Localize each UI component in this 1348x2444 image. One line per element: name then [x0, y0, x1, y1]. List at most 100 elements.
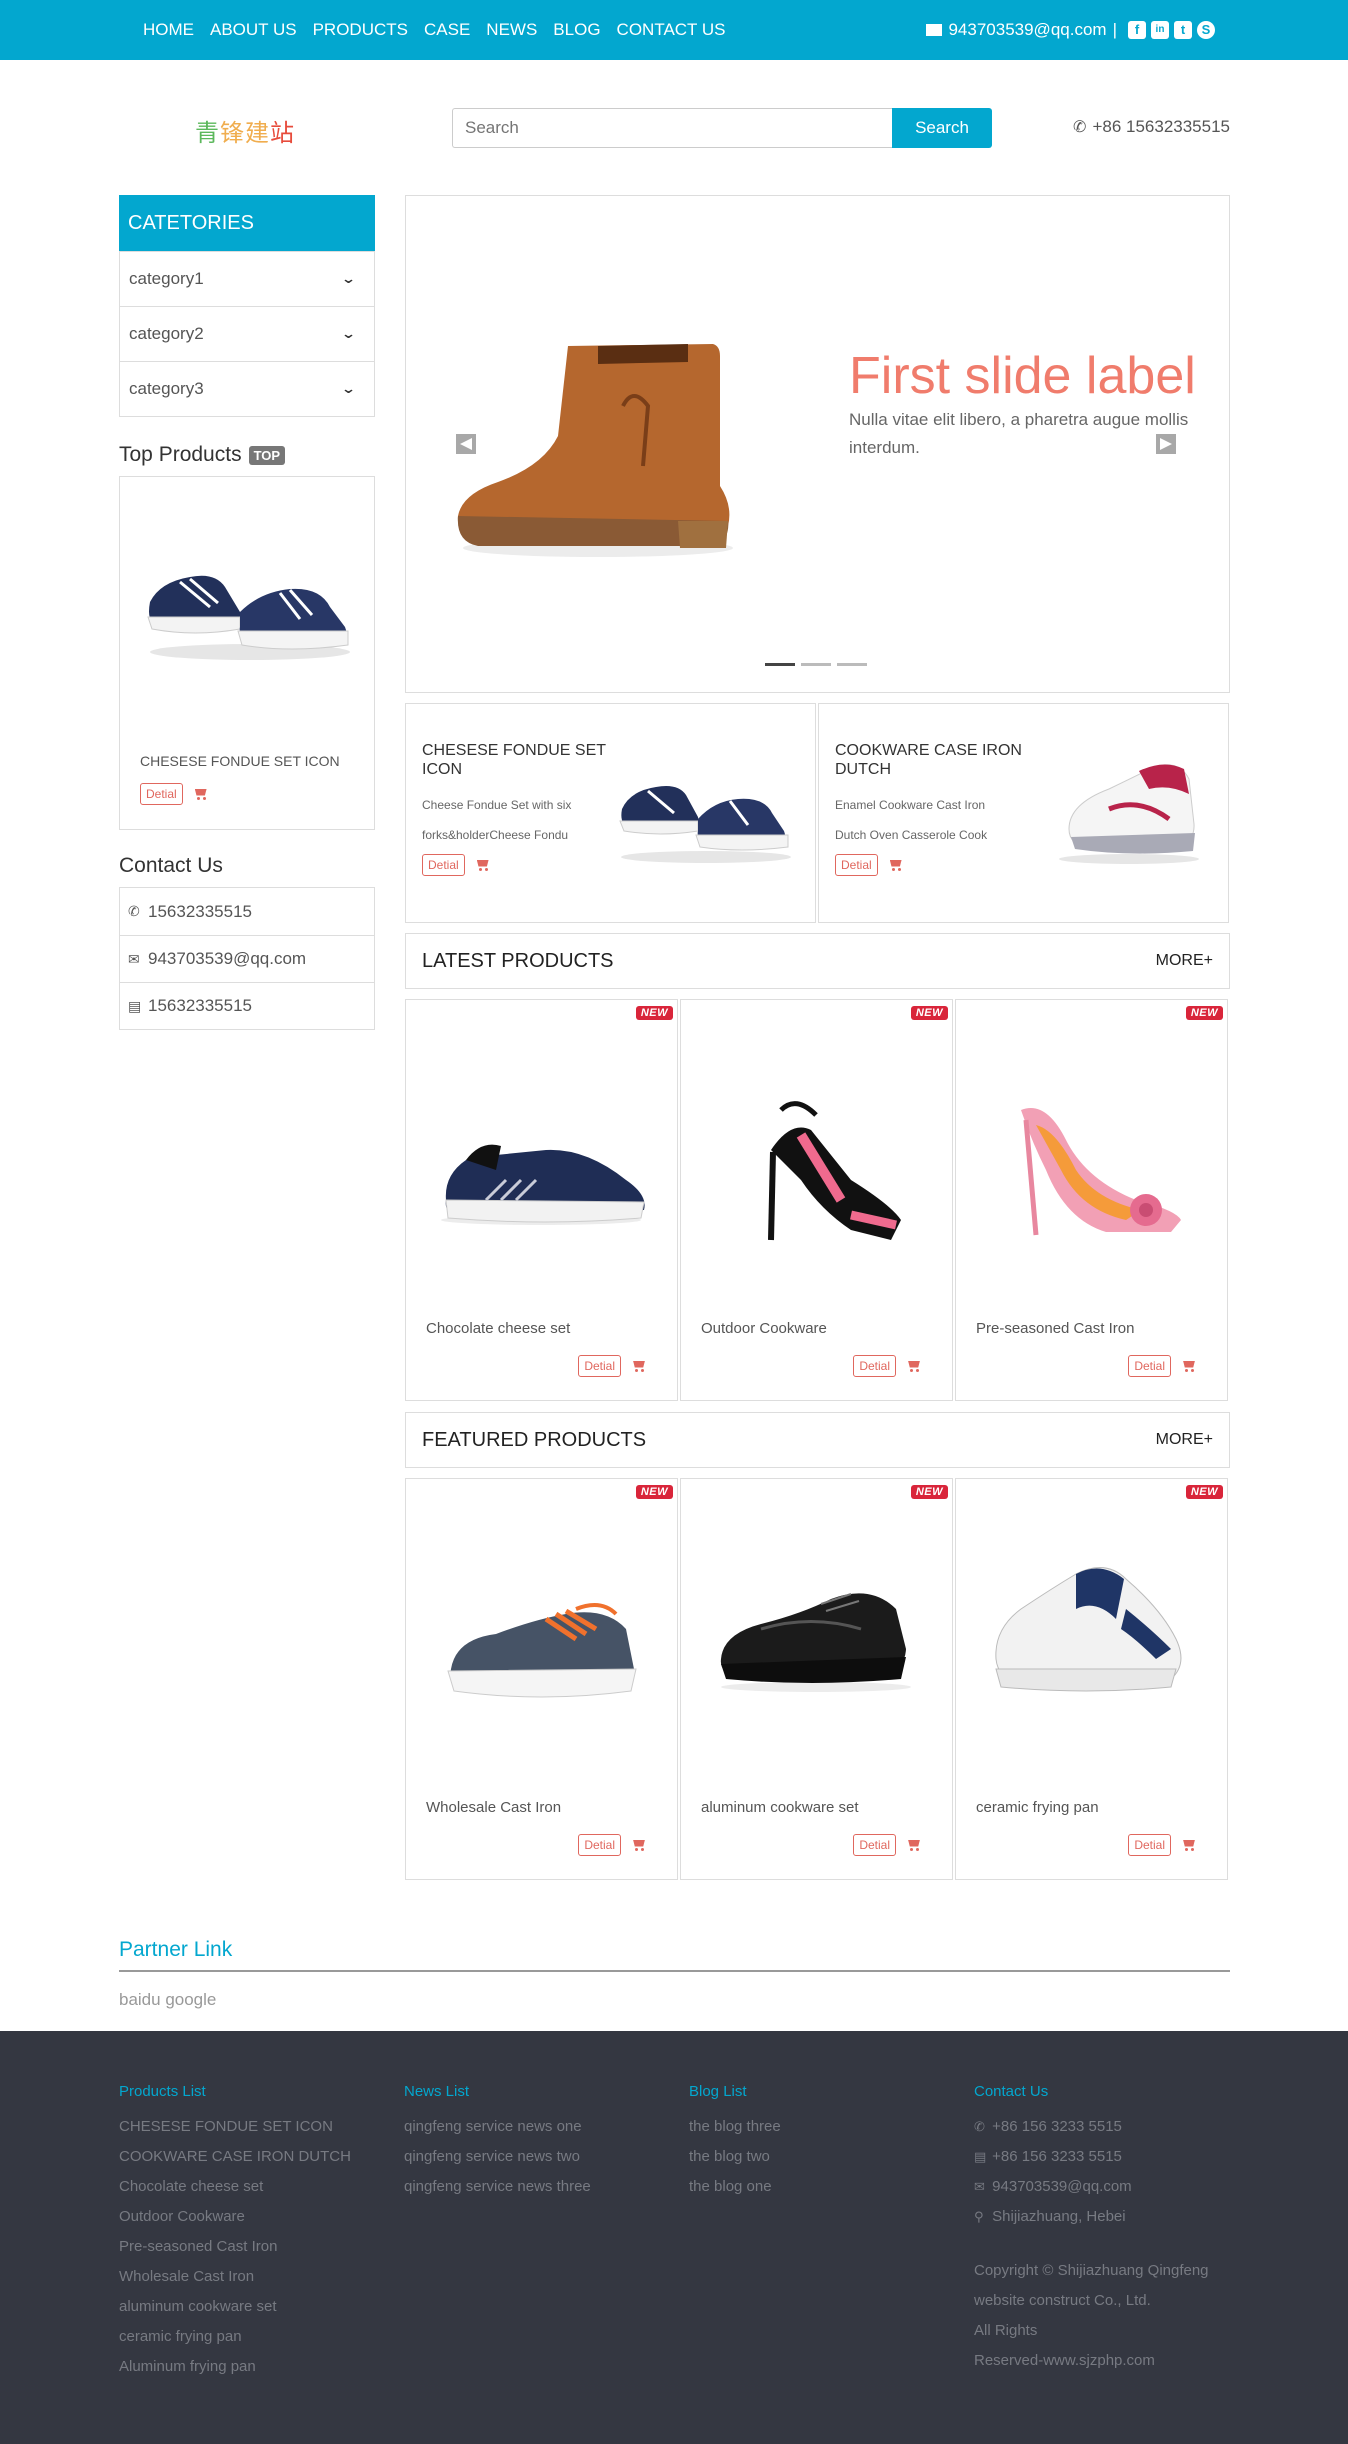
category-item[interactable]: category2 ⌄ — [120, 306, 374, 361]
skype-icon[interactable]: S — [1197, 21, 1215, 39]
partner-links[interactable]: baidu google — [119, 1990, 216, 2010]
chevron-down-icon[interactable]: ⌄ — [341, 381, 356, 397]
footer-link[interactable]: Chocolate cheese set — [119, 2172, 351, 2202]
footer-link[interactable]: Wholesale Cast Iron — [119, 2262, 351, 2292]
cart-icon[interactable] — [477, 860, 491, 871]
heel-black-pink-image[interactable] — [701, 1040, 931, 1280]
twitter-icon[interactable]: t — [1174, 21, 1192, 39]
category-item[interactable]: category1 ⌄ — [120, 251, 374, 306]
footer-link[interactable]: Outdoor Cookware — [119, 2202, 351, 2232]
carousel-indicator[interactable] — [765, 663, 795, 666]
sneaker-navy-image[interactable] — [140, 527, 360, 667]
envelope-icon — [926, 24, 943, 36]
contact-row-fax: ▤ 15632335515 — [120, 982, 374, 1029]
cart-icon[interactable] — [908, 1840, 922, 1851]
detail-button[interactable]: Detial — [853, 1834, 896, 1856]
cart-icon[interactable] — [908, 1361, 922, 1372]
copyright-line: All Rights — [974, 2322, 1038, 2339]
cart-icon[interactable] — [195, 789, 209, 800]
search-input[interactable] — [452, 108, 892, 148]
detail-button[interactable]: Detial — [835, 854, 878, 876]
promo-title[interactable]: CHESESE FONDUE SET ICON — [422, 741, 612, 779]
pump-pink-image[interactable] — [976, 1040, 1206, 1280]
contact-us-title: Contact Us — [119, 854, 223, 877]
cart-icon[interactable] — [633, 1361, 647, 1372]
detail-button[interactable]: Detial — [853, 1355, 896, 1377]
top-email[interactable]: 943703539@qq.com — [948, 20, 1106, 40]
nav-case[interactable]: CASE — [424, 20, 470, 40]
footer-link[interactable]: qingfeng service news one — [404, 2112, 591, 2142]
product-name[interactable]: Pre-seasoned Cast Iron — [976, 1320, 1134, 1337]
sneaker-white-image[interactable] — [1029, 749, 1209, 869]
footer-link[interactable]: Aluminum frying pan — [119, 2352, 351, 2382]
cart-icon[interactable] — [890, 860, 904, 871]
footer-link[interactable]: qingfeng service news three — [404, 2172, 591, 2202]
cart-icon[interactable] — [1183, 1840, 1197, 1851]
cart-icon[interactable] — [633, 1840, 647, 1851]
derby-white-navy-image[interactable] — [976, 1519, 1206, 1759]
promo-title[interactable]: COOKWARE CASE IRON DUTCH — [835, 741, 1025, 779]
cart-icon[interactable] — [1183, 1361, 1197, 1372]
linkedin-icon[interactable]: in — [1151, 21, 1169, 39]
top-badge: TOP — [248, 445, 286, 465]
carousel-indicator[interactable] — [837, 663, 867, 666]
footer-link[interactable]: qingfeng service news two — [404, 2142, 591, 2172]
footer-link[interactable]: CHESESE FONDUE SET ICON — [119, 2112, 351, 2142]
detail-button[interactable]: Detial — [578, 1834, 621, 1856]
search-button[interactable]: Search — [892, 108, 992, 148]
carousel-indicator[interactable] — [801, 663, 831, 666]
product-actions: Detial — [853, 1834, 922, 1856]
sidebar: CATETORIES category1 ⌄ category2 ⌄ categ… — [119, 195, 375, 1030]
footer-contact-column: Contact Us ✆ +86 156 3233 5515 ▤ +86 156… — [974, 2083, 1244, 2376]
footer: Products List CHESESE FONDUE SET ICON CO… — [0, 2031, 1348, 2444]
footer-link[interactable]: the blog two — [689, 2142, 781, 2172]
product-name[interactable]: aluminum cookware set — [701, 1799, 859, 1816]
featured-more-link[interactable]: MORE+ — [1156, 1431, 1213, 1449]
carousel-next-button[interactable] — [1156, 434, 1176, 454]
site-logo[interactable]: 青锋建站 — [195, 113, 295, 148]
product-name[interactable]: ceramic frying pan — [976, 1799, 1099, 1816]
footer-phone: +86 156 3233 5515 — [992, 2118, 1122, 2135]
footer-link[interactable]: Pre-seasoned Cast Iron — [119, 2232, 351, 2262]
product-name[interactable]: Wholesale Cast Iron — [426, 1799, 561, 1816]
fax-icon: ▤ — [128, 997, 142, 1014]
nav-home[interactable]: HOME — [143, 20, 194, 40]
footer-link[interactable]: the blog one — [689, 2172, 781, 2202]
promo-desc: Enamel Cookware Cast Iron Dutch Oven Cas… — [835, 798, 988, 842]
nav-news[interactable]: NEWS — [486, 20, 537, 40]
nav-about-us[interactable]: ABOUT US — [210, 20, 297, 40]
promo-actions: Detial — [422, 854, 491, 876]
oxford-black-image[interactable] — [701, 1519, 931, 1759]
detail-button[interactable]: Detial — [1128, 1355, 1171, 1377]
footer-link[interactable]: COOKWARE CASE IRON DUTCH — [119, 2142, 351, 2172]
product-name[interactable]: Chocolate cheese set — [426, 1320, 570, 1337]
sneaker-navy-image[interactable] — [616, 749, 796, 869]
footer-link[interactable]: aluminum cookware set — [119, 2292, 351, 2322]
detail-button[interactable]: Detial — [422, 854, 465, 876]
top-product-name[interactable]: CHESESE FONDUE SET ICON — [140, 753, 340, 769]
nav-contact-us[interactable]: CONTACT US — [617, 20, 726, 40]
chevron-down-icon[interactable]: ⌄ — [341, 271, 356, 287]
detail-button[interactable]: Detial — [140, 783, 183, 805]
footer-link[interactable]: ceramic frying pan — [119, 2322, 351, 2352]
detail-button[interactable]: Detial — [578, 1355, 621, 1377]
featured-products-title: FEATURED PRODUCTS — [422, 1428, 647, 1451]
footer-link[interactable]: the blog three — [689, 2112, 781, 2142]
canvas-slate-image[interactable] — [426, 1519, 656, 1759]
promo-actions: Detial — [835, 854, 904, 876]
nav-products[interactable]: PRODUCTS — [313, 20, 408, 40]
latest-more-link[interactable]: MORE+ — [1156, 952, 1213, 970]
product-name[interactable]: Outdoor Cookware — [701, 1320, 827, 1337]
top-navbar: HOME ABOUT US PRODUCTS CASE NEWS BLOG CO… — [0, 0, 1348, 60]
chevron-down-icon[interactable]: ⌄ — [341, 326, 356, 342]
facebook-icon[interactable]: f — [1128, 21, 1146, 39]
latest-products-title: LATEST PRODUCTS — [422, 949, 614, 972]
runner-navy-image[interactable] — [426, 1040, 656, 1280]
category-item[interactable]: category3 ⌄ — [120, 361, 374, 416]
nav-blog[interactable]: BLOG — [553, 20, 600, 40]
footer-news-column: News List qingfeng service news one qing… — [404, 2083, 591, 2202]
divider — [119, 1970, 1230, 1972]
carousel-prev-button[interactable] — [456, 434, 476, 454]
contact-email[interactable]: 943703539@qq.com — [148, 949, 306, 969]
detail-button[interactable]: Detial — [1128, 1834, 1171, 1856]
